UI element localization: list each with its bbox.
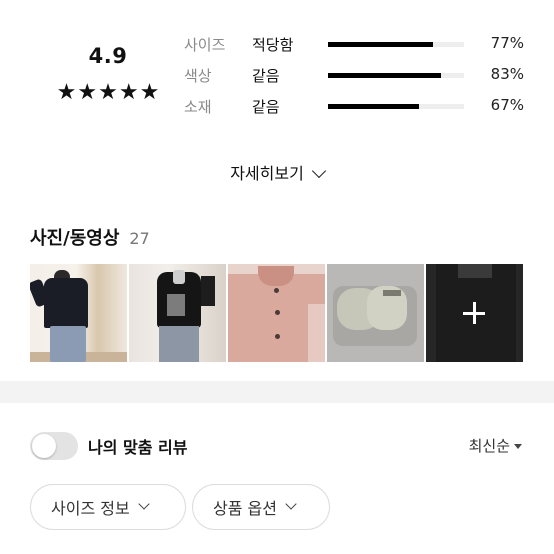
photo-content [173,270,185,284]
fit-verdict: 적당함 [252,36,294,54]
photo-content [258,266,294,286]
product-option-filter-button[interactable]: 상품 옵션 [192,484,330,530]
chevron-down-icon [311,163,326,179]
filter-label: 사이즈 정보 [51,499,130,518]
photo-thumbnail[interactable] [228,264,325,362]
fit-verdict: 같음 [252,67,280,85]
star-icon: ★ [139,80,160,105]
fit-attribute: 소재 [184,98,212,116]
star-icon: ★ [77,80,98,105]
fit-row-color: 색상 같음 83% [184,63,534,94]
photo-thumbnail[interactable] [129,264,226,362]
star-icon: ★ [98,80,118,105]
photo-content [159,326,199,362]
star-icon: ★ [56,80,77,105]
photo-content [275,310,280,315]
photo-content [458,264,492,278]
see-more-label: 자세히보기 [230,164,304,183]
fit-bar [328,104,464,109]
photo-thumbnail[interactable] [327,264,424,362]
filter-label: 상품 옵션 [213,499,277,518]
fit-bar [328,73,464,78]
fit-percent: 67% [490,96,524,114]
chevron-down-icon [285,498,297,510]
fit-summary: 사이즈 적당함 77% 색상 같음 83% 소재 같음 67% [184,32,534,125]
fit-row-size: 사이즈 적당함 77% [184,32,534,63]
caret-down-icon [514,444,522,449]
fit-row-material: 소재 같음 67% [184,94,534,125]
sort-dropdown[interactable]: 최신순 [469,435,522,456]
fit-attribute: 색상 [184,67,212,85]
star-icon: ★ [118,80,139,105]
fit-bar-fill [328,42,433,47]
section-divider [0,381,554,403]
fit-percent: 83% [490,65,524,83]
my-fit-review-label: 나의 맞춤 리뷰 [88,438,188,457]
photo-content [44,278,88,328]
photo-thumbnail-more[interactable] [426,264,523,362]
photo-count: 27 [129,229,150,248]
photo-thumbnail[interactable] [30,264,127,362]
chevron-down-icon [138,498,150,510]
fit-bar-fill [328,73,441,78]
star-rating: ★ ★ ★ ★ ★ [48,82,168,104]
photo-section-title: 사진/동영상 27 [30,224,150,250]
fit-bar [328,42,464,47]
photo-content [274,288,279,293]
photo-content [383,290,401,296]
fit-verdict: 같음 [252,98,280,116]
fit-percent: 77% [490,34,524,52]
photo-content [167,294,185,316]
photo-thumbnails [30,264,523,362]
fit-attribute: 사이즈 [184,36,226,54]
see-more-button[interactable]: 자세히보기 [0,160,554,184]
photo-section-label: 사진/동영상 [30,228,120,249]
rating-summary: 4.9 ★ ★ ★ ★ ★ [48,44,168,104]
photo-content [308,304,325,362]
photo-content [50,326,86,362]
photo-content [201,276,215,306]
plus-icon [463,302,485,324]
my-fit-review-toggle-row: 나의 맞춤 리뷰 [30,432,187,460]
toggle-knob [32,434,56,458]
rating-score: 4.9 [88,44,128,68]
size-info-filter-button[interactable]: 사이즈 정보 [30,484,186,530]
sort-label: 최신순 [468,437,510,455]
my-fit-review-toggle[interactable] [30,432,78,460]
fit-bar-fill [328,104,420,109]
photo-content [275,334,280,339]
